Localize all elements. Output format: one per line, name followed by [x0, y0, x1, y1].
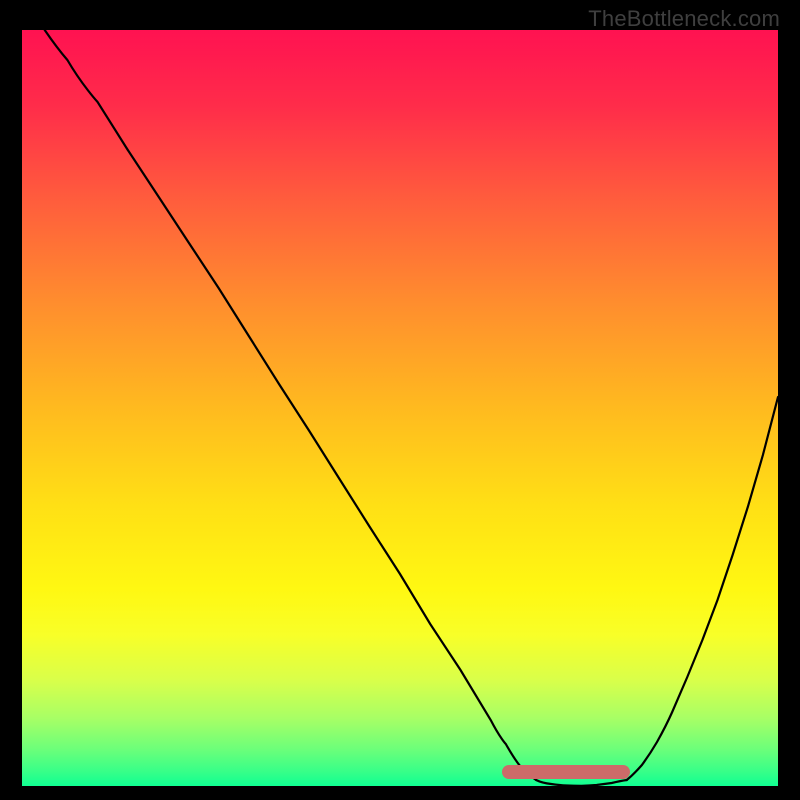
- chart-frame: [22, 30, 778, 786]
- curve-layer: [22, 30, 778, 786]
- valley-floor-curve: [536, 780, 627, 786]
- left-descending-curve: [45, 30, 536, 780]
- right-ascending-curve: [627, 397, 778, 780]
- highlight-bar: [502, 765, 630, 779]
- watermark-text: TheBottleneck.com: [588, 6, 780, 32]
